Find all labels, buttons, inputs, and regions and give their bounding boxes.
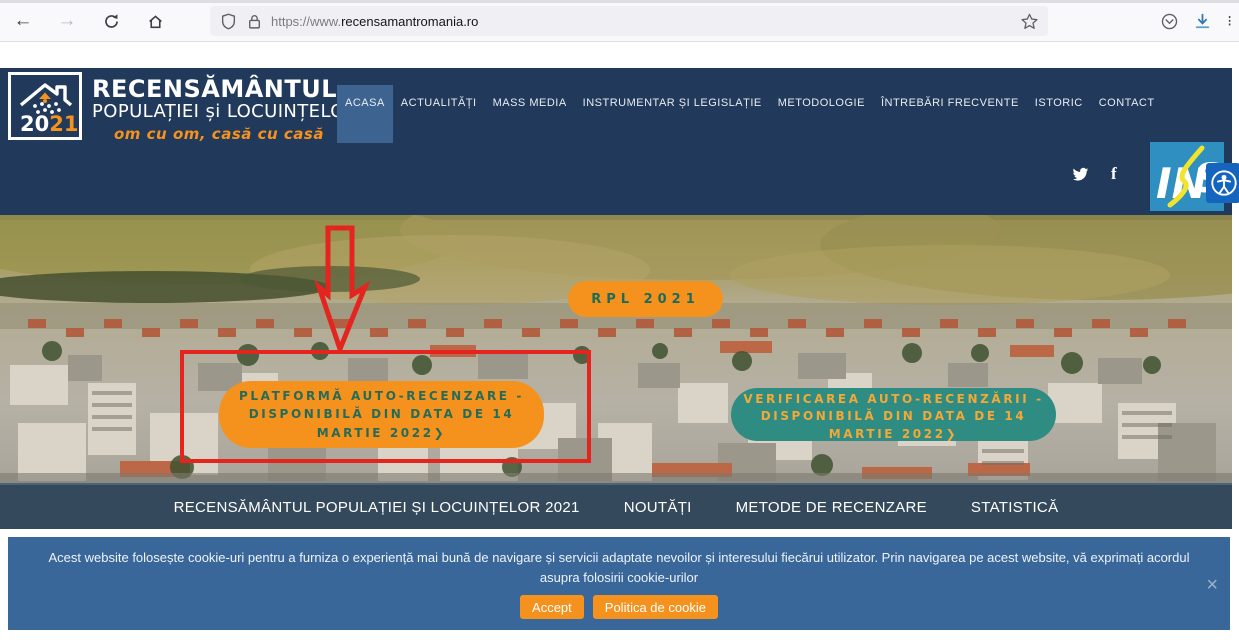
chevron-right-icon: ❯ [433, 425, 447, 440]
nav-item-instrumentar[interactable]: INSTRUMENTAR ȘI LEGISLAȚIE [575, 85, 770, 143]
platform-button-label: PLATFORMĂ AUTO-RECENZARE - DISPONIBILĂ D… [239, 388, 524, 440]
webpage: 2021 RECENSĂMÂNTUL POPULAȚIEI și LOCUINȚ… [0, 42, 1239, 630]
site-title: RECENSĂMÂNTUL POPULAȚIEI și LOCUINȚELOR … [92, 75, 358, 143]
logo-year-orange: 21 [49, 112, 78, 136]
back-button[interactable]: ← [8, 6, 38, 36]
subnav-statistica-link[interactable]: STATISTICĂ [971, 499, 1058, 516]
nav-item-acasa[interactable]: ACASA [337, 85, 393, 143]
cookie-banner: Acest website folosește cookie-uri pentr… [8, 537, 1230, 630]
facebook-icon[interactable]: f [1111, 164, 1117, 184]
lock-icon[interactable] [246, 13, 263, 30]
svg-text:2021: 2021 [20, 112, 78, 136]
nav-item-istoric[interactable]: ISTORIC [1027, 85, 1091, 143]
site-logo[interactable]: 2021 [8, 72, 82, 140]
refresh-icon[interactable] [96, 6, 126, 36]
browser-window: ← → https://www.recensamantromania.ro ⁝ [0, 0, 1239, 642]
platform-auto-recenzare-button[interactable]: PLATFORMĂ AUTO-RECENZARE - DISPONIBILĂ D… [219, 381, 544, 448]
chevron-right-icon: ❯ [945, 426, 959, 441]
shield-icon[interactable] [220, 13, 237, 30]
window-top-edge [0, 0, 1239, 3]
forward-button[interactable]: → [52, 6, 82, 36]
nav-item-contact[interactable]: CONTACT [1091, 85, 1163, 143]
census-2021-logo-icon: 2021 [19, 83, 78, 136]
nav-item-intrebari[interactable]: ÎNTREBĂRI FRECVENTE [873, 85, 1027, 143]
hero-section: RPL 2021 PLATFORMĂ AUTO-RECENZARE - DISP… [0, 215, 1232, 483]
bookmark-star-icon[interactable] [1021, 13, 1038, 30]
verify-button-label: VERIFICAREA AUTO-RECENZĂRII - DISPONIBIL… [743, 392, 1044, 441]
menu-icon[interactable]: ⁝ [1227, 14, 1232, 29]
browser-toolbar: ← → https://www.recensamantromania.ro ⁝ [0, 0, 1239, 42]
site-title-line2: POPULAȚIEI și LOCUINȚELOR [92, 101, 358, 123]
rpl-2021-button[interactable]: RPL 2021 [568, 281, 723, 317]
logo-year-white: 20 [20, 112, 49, 136]
cookie-close-icon[interactable]: × [1206, 575, 1218, 595]
twitter-icon[interactable] [1072, 166, 1089, 183]
site-title-line1: RECENSĂMÂNTUL [92, 75, 338, 103]
home-icon[interactable] [140, 6, 170, 36]
url-text: https://www.recensamantromania.ro [271, 13, 479, 29]
subnav-noutati-link[interactable]: NOUTĂȚI [624, 499, 692, 516]
site-header: 2021 RECENSĂMÂNTUL POPULAȚIEI și LOCUINȚ… [0, 68, 1239, 215]
main-nav: ACASA ACTUALITĂȚI MASS MEDIA INSTRUMENTA… [337, 85, 1163, 143]
nav-item-actualitati[interactable]: ACTUALITĂȚI [393, 85, 485, 143]
accessibility-button[interactable] [1206, 163, 1239, 203]
url-bar[interactable]: https://www.recensamantromania.ro [210, 6, 1048, 36]
cookie-policy-button[interactable]: Politica de cookie [592, 595, 718, 620]
cookie-message: Acest website folosește cookie-uri pentr… [48, 550, 1190, 586]
verificare-auto-recenzare-button[interactable]: VERIFICAREA AUTO-RECENZĂRII - DISPONIBIL… [731, 388, 1056, 441]
pocket-icon[interactable] [1161, 13, 1178, 30]
subnav-recensamant-link[interactable]: RECENSĂMÂNTUL POPULAȚIEI ȘI LOCUINȚELOR … [174, 499, 580, 516]
secondary-nav: RECENSĂMÂNTUL POPULAȚIEI ȘI LOCUINȚELOR … [0, 483, 1232, 529]
download-icon[interactable] [1194, 13, 1211, 30]
nav-item-metodologie[interactable]: METODOLOGIE [770, 85, 873, 143]
annotation-arrow-icon [315, 225, 371, 353]
subnav-metode-link[interactable]: METODE DE RECENZARE [736, 499, 927, 516]
cookie-accept-button[interactable]: Accept [520, 595, 584, 620]
site-tagline: om cu om, casă cu casă [114, 124, 324, 143]
accessibility-person-icon [1210, 169, 1237, 196]
social-links: f [1072, 164, 1117, 184]
nav-item-mass-media[interactable]: MASS MEDIA [485, 85, 575, 143]
